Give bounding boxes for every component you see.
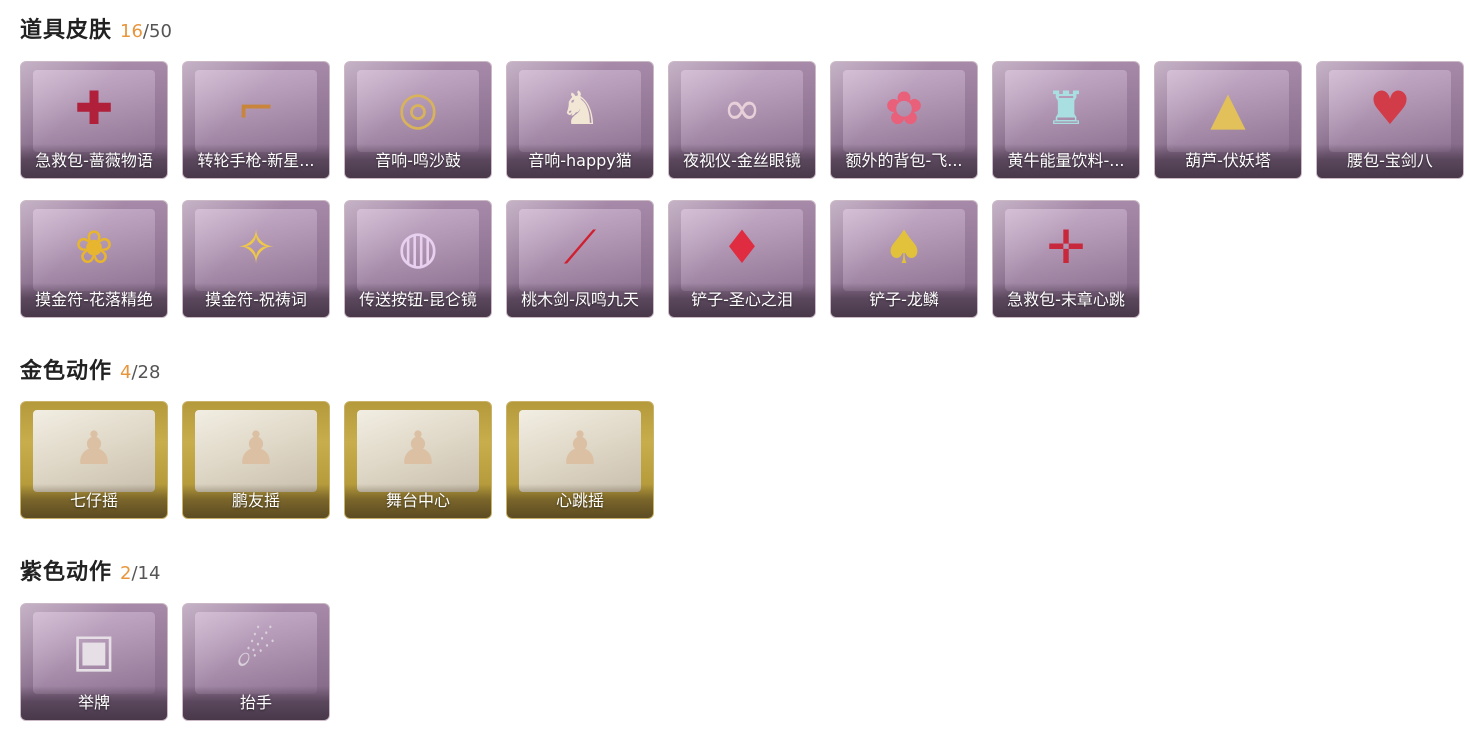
sign-holding-icon: ▣ [72,623,116,677]
item-label: 传送按钮-昆仑镜 [345,283,491,317]
section-header: 金色动作 4/28 [20,353,1470,384]
item-label: 摸金符-花落精绝 [21,283,167,317]
item-label: 葫芦-伏妖塔 [1155,144,1301,178]
glasses-icon: ∞ [722,81,762,135]
item-card[interactable]: ♟ 舞台中心 [344,401,492,519]
item-label: 摸金符-祝祷词 [183,283,329,317]
item-card[interactable]: ♟ 鹏友摇 [182,401,330,519]
item-card[interactable]: ✧ 摸金符-祝祷词 [182,200,330,318]
item-label: 额外的背包-飞... [831,144,977,178]
item-card[interactable]: ❀ 摸金符-花落精绝 [20,200,168,318]
item-label: 舞台中心 [345,484,491,518]
item-card[interactable]: ⌐ 转轮手枪-新星... [182,61,330,179]
item-card[interactable]: ♠ 铲子-龙鳞 [830,200,978,318]
item-label: 夜视仪-金丝眼镜 [669,144,815,178]
total-count: /14 [131,563,161,584]
item-card[interactable]: ⟋ 桃木剑-凤鸣九天 [506,200,654,318]
dance-pose-icon: ♟ [397,421,439,475]
item-card[interactable]: ♟ 心跳摇 [506,401,654,519]
item-card[interactable]: ♜ 黄牛能量饮料-... [992,61,1140,179]
drum-icon: ◎ [397,81,439,135]
dance-pose-icon: ♟ [559,421,601,475]
item-card[interactable]: ✿ 额外的背包-飞... [830,61,978,179]
item-card[interactable]: ♦ 铲子-圣心之泪 [668,200,816,318]
section-header: 紫色动作 2/14 [20,554,1470,585]
sword-icon: ⟋ [563,220,597,274]
item-label: 音响-鸣沙鼓 [345,144,491,178]
item-card[interactable]: ∞ 夜视仪-金丝眼镜 [668,61,816,179]
section-purple-actions: 紫色动作 2/14 ▣ 举牌 ☄ 抬手 [20,554,1470,721]
section-header: 道具皮肤 16/50 [20,12,1470,43]
pagoda-icon: ▲ [1210,81,1246,135]
dance-pose-icon: ♟ [235,421,277,475]
owned-count: 2 [120,563,132,584]
heart-pouch-icon: ♥ [1369,81,1411,135]
shovel-heart-icon: ♦ [721,220,763,274]
total-count: /28 [131,362,161,383]
item-label: 心跳摇 [507,484,653,518]
item-grid: ▣ 举牌 ☄ 抬手 [20,603,1470,721]
item-label: 转轮手枪-新星... [183,144,329,178]
raise-hand-icon: ☄ [235,623,277,677]
item-label: 七仔摇 [21,484,167,518]
item-label: 音响-happy猫 [507,144,653,178]
section-item-skins: 道具皮肤 16/50 ✚ 急救包-蔷薇物语 ⌐ 转轮手枪-新星... ◎ 音响-鸣沙鼓 ♞ 音… [20,12,1470,318]
collection-count: 16/50 [120,21,172,42]
item-label: 急救包-蔷薇物语 [21,144,167,178]
item-card[interactable]: ♟ 七仔摇 [20,401,168,519]
golden-shovel-icon: ♠ [883,220,925,274]
owned-count: 16 [120,21,143,42]
item-grid: ♟ 七仔摇 ♟ 鹏友摇 ♟ 舞台中心 ♟ 心跳摇 [20,401,1470,519]
item-card[interactable]: ♥ 腰包-宝剑八 [1316,61,1464,179]
section-gold-actions: 金色动作 4/28 ♟ 七仔摇 ♟ 鹏友摇 ♟ 舞台中心 ♟ 心跳摇 [20,353,1470,519]
bottle-icon: ♜ [1045,81,1087,135]
item-label: 腰包-宝剑八 [1317,144,1463,178]
collection-count: 2/14 [120,563,160,584]
item-label: 抬手 [183,686,329,720]
section-title: 道具皮肤 [20,18,113,43]
section-title: 金色动作 [20,359,113,384]
mirror-icon: ◍ [397,220,439,274]
item-label: 铲子-圣心之泪 [669,283,815,317]
item-card[interactable]: ▲ 葫芦-伏妖塔 [1154,61,1302,179]
item-label: 铲子-龙鳞 [831,283,977,317]
item-grid: ✚ 急救包-蔷薇物语 ⌐ 转轮手枪-新星... ◎ 音响-鸣沙鼓 ♞ 音响-happy猫 ∞ 夜视… [20,61,1470,318]
revolver-icon: ⌐ [236,81,276,135]
total-count: /50 [142,21,172,42]
item-label: 急救包-末章心跳 [993,283,1139,317]
item-card[interactable]: ◎ 音响-鸣沙鼓 [344,61,492,179]
item-card[interactable]: ✛ 急救包-末章心跳 [992,200,1140,318]
item-card[interactable]: ♞ 音响-happy猫 [506,61,654,179]
item-card[interactable]: ✚ 急救包-蔷薇物语 [20,61,168,179]
dance-pose-icon: ♟ [73,421,115,475]
collection-count: 4/28 [120,362,160,383]
item-label: 桃木剑-凤鸣九天 [507,283,653,317]
cat-figure-icon: ♞ [559,81,601,135]
item-label: 黄牛能量饮料-... [993,144,1139,178]
flower-bouquet-icon: ✿ [884,81,924,135]
syringe-icon: ✛ [1046,220,1086,274]
item-label: 举牌 [21,686,167,720]
section-title: 紫色动作 [20,560,113,585]
flower-charm-icon: ❀ [74,220,114,274]
item-card[interactable]: ▣ 举牌 [20,603,168,721]
owned-count: 4 [120,362,132,383]
item-card[interactable]: ☄ 抬手 [182,603,330,721]
knot-charm-icon: ✧ [236,220,276,274]
item-card[interactable]: ◍ 传送按钮-昆仑镜 [344,200,492,318]
item-label: 鹏友摇 [183,484,329,518]
first-aid-kit-icon: ✚ [74,81,114,135]
